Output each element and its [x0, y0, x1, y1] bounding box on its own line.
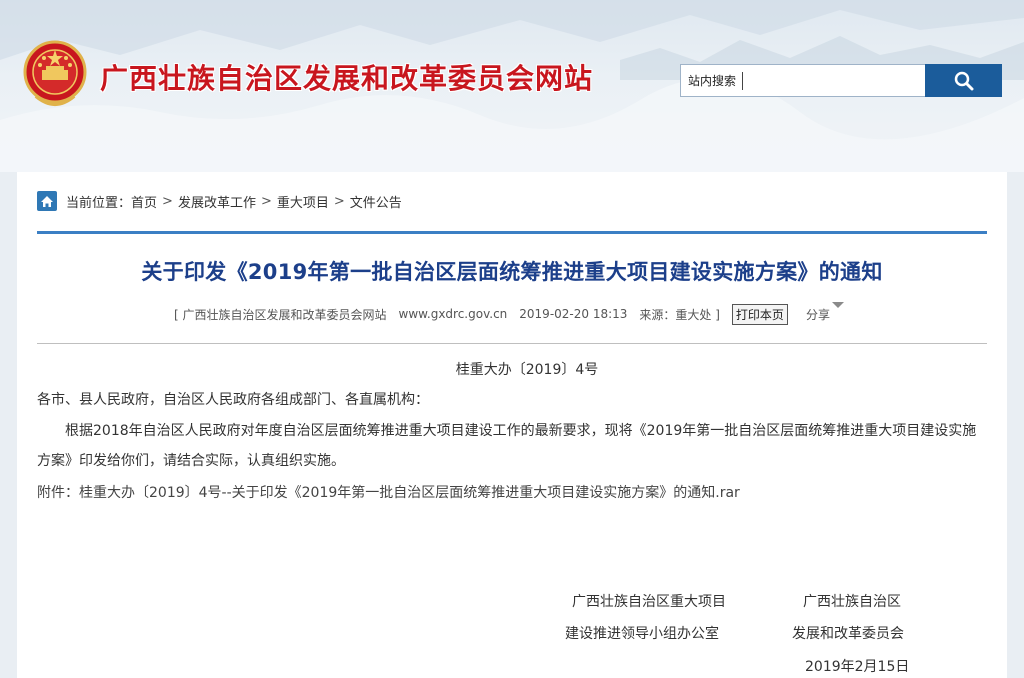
share-button[interactable]: 分享 — [800, 301, 850, 323]
body-paragraph: 根据2018年自治区人民政府对年度自治区层面统筹推进重大项目建设工作的最新要求，… — [37, 423, 977, 469]
national-emblem-icon — [23, 40, 87, 106]
chevron-down-icon — [831, 301, 844, 308]
document-number: 桂重大办〔2019〕4号 — [455, 362, 599, 378]
salutation: 各市、县人民政府，自治区人民政府各组成部门、各直属机构： — [37, 392, 429, 408]
share-label: 分享 — [805, 307, 830, 322]
article-title: 关于印发《2019年第一批自治区层面统筹推进重大项目建设实施方案》的通知 — [141, 260, 883, 284]
signature-right-line-1: 广西壮族自治区 — [803, 594, 901, 610]
breadcrumb-announcements[interactable]: 文件公告 — [350, 192, 402, 211]
attachment: 附件：桂重大办〔2019〕4号--关于印发《2019年第一批自治区层面统筹推进重… — [37, 478, 987, 508]
signature-right-line-2: 发展和改革委员会 — [792, 626, 904, 642]
breadcrumb-separator: > — [162, 193, 173, 209]
meta-source: 来源：重大处 ] — [639, 307, 720, 322]
meta-datetime: 2019-02-20 18:13 — [519, 307, 628, 321]
attachment-link[interactable]: 桂重大办〔2019〕4号--关于印发《2019年第一批自治区层面统筹推进重大项目… — [79, 485, 740, 501]
breadcrumb-prefix: 当前位置： — [66, 195, 132, 211]
article-meta: [ 广西壮族自治区发展和改革委员会网站 www.gxdrc.gov.cn 201… — [37, 301, 987, 325]
site-title: 广西壮族自治区发展和改革委员会网站 — [100, 62, 594, 95]
meta-divider — [37, 343, 987, 344]
meta-url: www.gxdrc.gov.cn — [398, 307, 508, 321]
breadcrumb-separator: > — [260, 193, 272, 209]
content-panel: 当前位置： 首页 > 发展改革工作 > 重大项目 > 文件公告 关于印发《201… — [17, 172, 1007, 678]
document-date: 2019年2月15日 — [805, 659, 910, 675]
breadcrumb-reform-work[interactable]: 发展改革工作 — [178, 192, 256, 211]
search-input[interactable] — [743, 66, 925, 95]
title-divider — [37, 231, 987, 234]
breadcrumb: 当前位置： 首页 > 发展改革工作 > 重大项目 > 文件公告 — [37, 190, 402, 212]
breadcrumb-separator: > — [333, 193, 345, 209]
breadcrumb-major-projects[interactable]: 重大项目 — [277, 192, 329, 211]
breadcrumb-home[interactable]: 首页 — [131, 192, 157, 211]
meta-source-site: [ 广西壮族自治区发展和改革委员会网站 — [174, 307, 387, 322]
search-button[interactable] — [925, 64, 1002, 97]
search-box: 站内搜索 — [680, 64, 926, 97]
signature-left-line-2: 建设推进领导小组办公室 — [565, 626, 719, 642]
attachment-prefix: 附件： — [37, 485, 79, 501]
site-header: 广西壮族自治区发展和改革委员会网站 站内搜索 — [0, 0, 1024, 172]
print-button[interactable]: 打印本页 — [731, 303, 788, 325]
home-icon[interactable] — [37, 191, 57, 211]
search-icon — [954, 71, 973, 90]
article-body: 桂重大办〔2019〕4号 各市、县人民政府，自治区人民政府各组成部门、各直属机构… — [37, 358, 987, 508]
search-label: 站内搜索 — [681, 71, 744, 90]
signature-left-line-1: 广西壮族自治区重大项目 — [572, 594, 726, 610]
